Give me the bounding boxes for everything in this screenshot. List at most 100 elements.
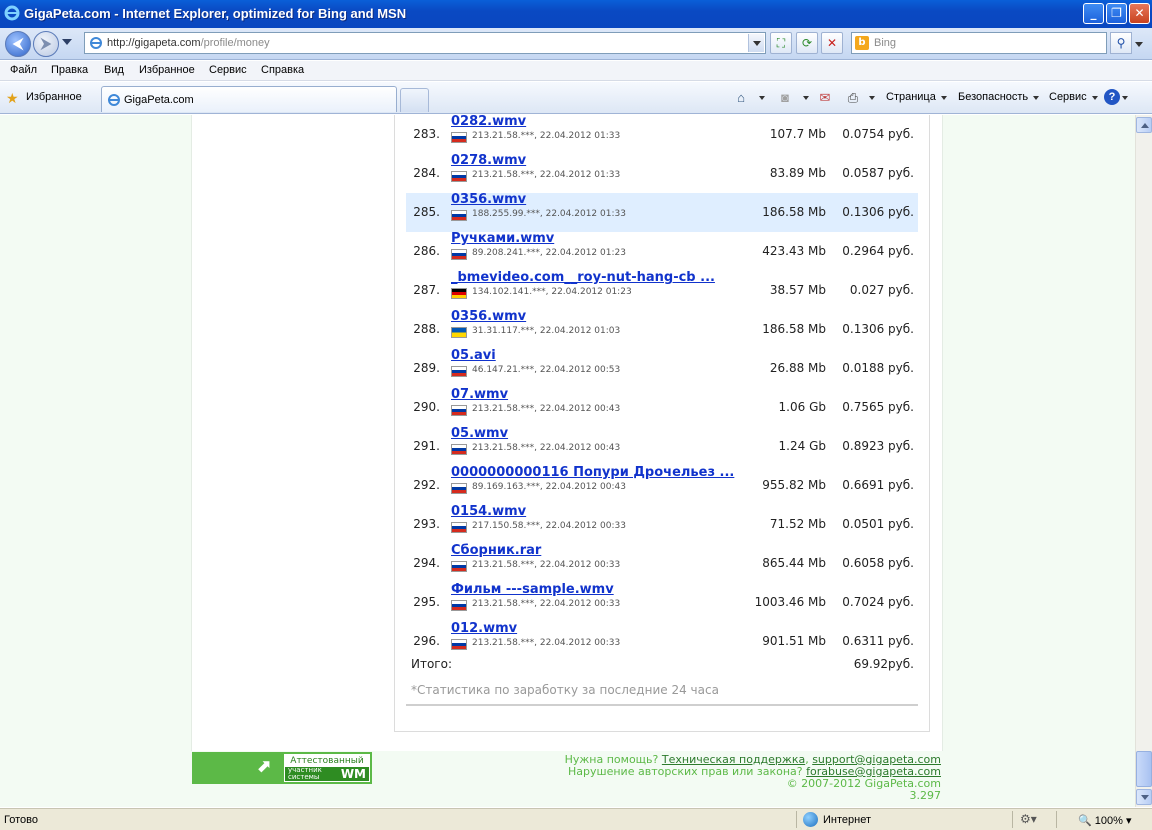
refresh-button[interactable]: ⟳ xyxy=(796,32,818,54)
file-link[interactable]: 0278.wmv xyxy=(451,153,526,168)
close-button[interactable]: ✕ xyxy=(1129,3,1150,24)
page-menu-chevron-icon xyxy=(941,96,947,100)
title-bar: GigaPeta.com - Internet Explorer, optimi… xyxy=(0,0,1152,28)
search-input[interactable]: b Bing xyxy=(851,32,1107,54)
favorites-button[interactable]: Избранное xyxy=(26,91,82,103)
version: 3.297 xyxy=(909,789,942,802)
file-link[interactable]: 0154.wmv xyxy=(451,504,526,519)
file-link[interactable]: Сборник.rar xyxy=(451,543,541,558)
country-flag-icon xyxy=(451,288,467,299)
stats-note: *Статистика по заработку за последние 24… xyxy=(411,683,719,697)
file-size: 865.44 Mb xyxy=(762,556,826,570)
new-tab-button[interactable] xyxy=(400,88,429,112)
window-title: GigaPeta.com - Internet Explorer, optimi… xyxy=(24,6,407,21)
row-number: 296. xyxy=(413,634,440,648)
webmoney-badge[interactable]: ⬈ Аттестованный участник системы WM xyxy=(192,752,372,784)
feeds-icon[interactable]: ◙ xyxy=(777,90,793,106)
scroll-down-button[interactable] xyxy=(1136,789,1152,805)
file-size: 423.43 Mb xyxy=(762,244,826,258)
row-number: 288. xyxy=(413,322,440,336)
page-menu-button[interactable]: Страница xyxy=(886,91,936,103)
row-number: 290. xyxy=(413,400,440,414)
table-divider xyxy=(406,704,918,706)
menu-help[interactable]: Справка xyxy=(261,64,304,76)
earning: 0.7565 руб. xyxy=(842,400,914,414)
menu-bar: Файл Правка Вид Избранное Сервис Справка xyxy=(0,61,1152,81)
help-icon[interactable]: ? xyxy=(1104,89,1120,105)
download-meta: 89.169.163.***, 22.04.2012 00:43 xyxy=(472,482,626,492)
address-bar[interactable]: http://gigapeta.com/profile/money xyxy=(84,32,766,54)
file-size: 186.58 Mb xyxy=(762,322,826,336)
tools-menu-button[interactable]: Сервис xyxy=(1049,91,1087,103)
favorites-star-icon[interactable]: ★ xyxy=(6,90,19,107)
country-flag-icon xyxy=(451,405,467,416)
safety-menu-chevron-icon xyxy=(1033,96,1039,100)
menu-edit[interactable]: Правка xyxy=(51,64,88,76)
menu-favorites[interactable]: Избранное xyxy=(139,64,195,76)
country-flag-icon xyxy=(451,327,467,338)
protected-mode-icon[interactable]: ⚙▾ xyxy=(1020,812,1037,826)
total-label: Итого: xyxy=(411,657,452,671)
home-dropdown-icon[interactable] xyxy=(759,96,765,100)
vertical-scrollbar[interactable] xyxy=(1135,115,1152,807)
menu-view[interactable]: Вид xyxy=(104,64,124,76)
file-link[interactable]: 05.wmv xyxy=(451,426,508,441)
table-row: 293. 0154.wmv 217.150.58.***, 22.04.2012 0… xyxy=(406,504,918,544)
maximize-button[interactable]: ❐ xyxy=(1106,3,1127,24)
zoom-level[interactable]: 🔍 100% ▾ xyxy=(1078,814,1131,827)
download-meta: 213.21.58.***, 22.04.2012 00:43 xyxy=(472,443,621,453)
history-dropdown-icon[interactable] xyxy=(62,39,72,45)
safety-menu-button[interactable]: Безопасность xyxy=(958,91,1028,103)
table-row: 286. Ручками.wmv 89.208.241.***, 22.04.201… xyxy=(406,231,918,271)
back-button[interactable]: ⮜ xyxy=(5,31,31,57)
scroll-thumb[interactable] xyxy=(1136,751,1152,787)
menu-file[interactable]: Файл xyxy=(10,64,37,76)
file-link[interactable]: _bmevideo.com__roy-nut-hang-cb ... xyxy=(451,270,715,285)
security-zone[interactable]: Интернет xyxy=(823,814,871,826)
status-bar: Готово Интернет ⚙▾ 🔍 100% ▾ xyxy=(0,808,1152,830)
stop-button[interactable]: ✕ xyxy=(821,32,843,54)
wm-logo: WM xyxy=(340,767,366,781)
file-link[interactable]: Ручками.wmv xyxy=(451,231,554,246)
file-link[interactable]: 012.wmv xyxy=(451,621,517,636)
address-dropdown-button[interactable] xyxy=(748,34,764,52)
mail-icon[interactable]: ✉ xyxy=(817,90,833,106)
file-link[interactable]: 05.avi xyxy=(451,348,496,363)
tab-favicon-icon xyxy=(108,94,120,106)
row-number: 285. xyxy=(413,205,440,219)
file-link[interactable]: 0000000000116 Попури Дрочельез ... xyxy=(451,465,734,480)
country-flag-icon xyxy=(451,444,467,455)
download-meta: 46.147.21.***, 22.04.2012 00:53 xyxy=(472,365,621,375)
country-flag-icon xyxy=(451,210,467,221)
feeds-dropdown-icon[interactable] xyxy=(803,96,809,100)
search-button[interactable]: ⚲ xyxy=(1110,32,1132,54)
compatibility-view-button[interactable]: ⛶ xyxy=(770,32,792,54)
download-meta: 31.31.117.***, 22.04.2012 01:03 xyxy=(472,326,621,336)
print-icon[interactable]: ⎙ xyxy=(845,90,861,106)
file-link[interactable]: 0282.wmv xyxy=(451,115,526,129)
home-icon[interactable]: ⌂ xyxy=(733,90,749,106)
country-flag-icon xyxy=(451,132,467,143)
arrow-icon: ⬈ xyxy=(256,756,272,777)
earning: 0.1306 руб. xyxy=(842,322,914,336)
file-link[interactable]: 0356.wmv xyxy=(451,192,526,207)
search-options-icon[interactable] xyxy=(1135,42,1143,47)
total-value: 69.92руб. xyxy=(853,657,914,671)
menu-tools[interactable]: Сервис xyxy=(209,64,247,76)
table-row: 292. 0000000000116 Попури Дрочельез ... 89… xyxy=(406,465,918,505)
help-dropdown-icon[interactable] xyxy=(1122,96,1128,100)
file-link[interactable]: Фильм ---sample.wmv xyxy=(451,582,614,597)
download-meta: 213.21.58.***, 22.04.2012 00:33 xyxy=(472,638,621,648)
forward-button[interactable]: ⮞ xyxy=(33,31,59,57)
print-dropdown-icon[interactable] xyxy=(869,96,875,100)
row-number: 291. xyxy=(413,439,440,453)
tab-gigapeta[interactable]: GigaPeta.com xyxy=(101,86,397,112)
file-link[interactable]: 07.wmv xyxy=(451,387,508,402)
page-viewport: 283. 0282.wmv 213.21.58.***, 22.04.2012 01… xyxy=(0,115,1135,807)
minimize-button[interactable]: _ xyxy=(1083,3,1104,24)
download-meta: 213.21.58.***, 22.04.2012 01:33 xyxy=(472,170,621,180)
scroll-up-button[interactable] xyxy=(1136,117,1152,133)
file-link[interactable]: 0356.wmv xyxy=(451,309,526,324)
download-meta: 213.21.58.***, 22.04.2012 00:43 xyxy=(472,404,621,414)
row-number: 293. xyxy=(413,517,440,531)
